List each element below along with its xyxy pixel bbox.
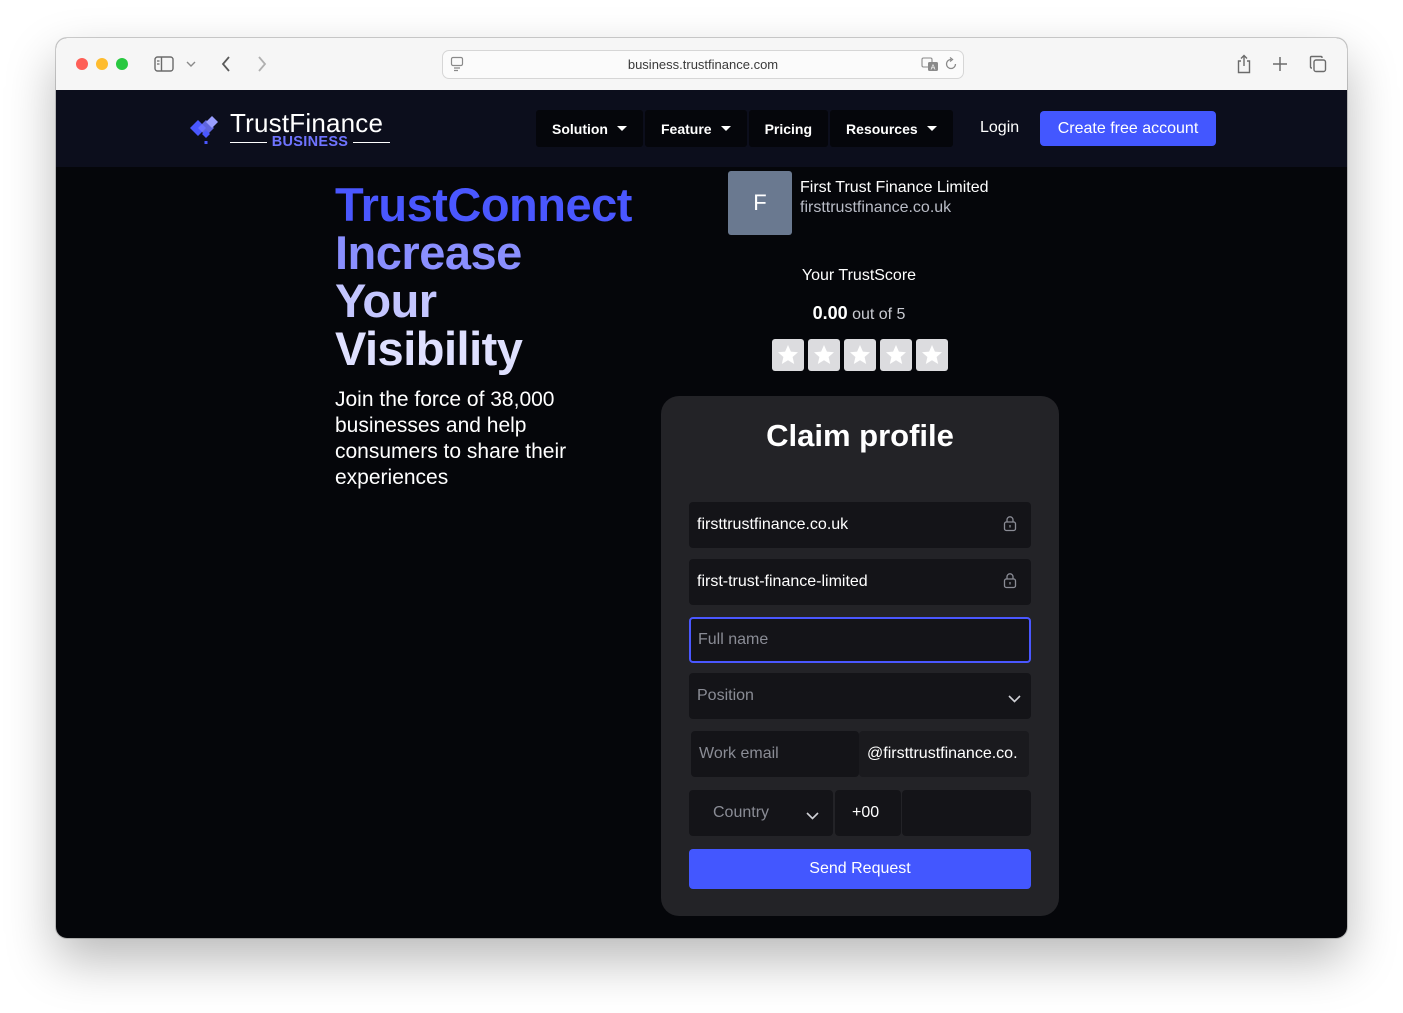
sidebar-icon[interactable]: [152, 52, 176, 76]
back-icon[interactable]: [216, 52, 236, 76]
trustscore-label: Your TrustScore: [801, 267, 917, 284]
forward-icon[interactable]: [252, 52, 272, 76]
hero-title-line-1: TrustConnect: [335, 178, 632, 231]
send-request-button[interactable]: Send Request: [689, 849, 1031, 889]
tab-overview-icon[interactable]: [1308, 52, 1328, 76]
reload-icon[interactable]: [944, 56, 958, 77]
dial-code: +00: [835, 790, 901, 836]
chevron-down-icon: [806, 807, 819, 825]
minimize-window-button[interactable]: [96, 58, 108, 70]
logo-subtitle: BUSINESS: [230, 134, 390, 150]
position-placeholder: Position: [697, 687, 754, 704]
menu-resources[interactable]: Resources: [830, 110, 953, 147]
caret-down-icon: [926, 126, 937, 131]
star-icon: [772, 339, 804, 371]
login-link[interactable]: Login: [980, 119, 1019, 137]
domain-field-value: firsttrustfinance.co.uk: [697, 516, 849, 533]
domain-field: firsttrustfinance.co.uk: [689, 502, 1031, 548]
hero-title-line-4: Visibility: [335, 322, 523, 375]
country-select[interactable]: Country: [689, 790, 833, 836]
close-window-button[interactable]: [76, 58, 88, 70]
company-name: First Trust Finance Limited: [800, 179, 989, 196]
hero-title-line-3: Your: [335, 274, 437, 327]
star-icon: [880, 339, 912, 371]
menu-resources-label: Resources: [846, 120, 918, 137]
browser-toolbar: business.trustfinance.com A: [56, 38, 1347, 91]
create-account-button[interactable]: Create free account: [1040, 111, 1216, 146]
chevron-down-icon: [1008, 690, 1021, 708]
address-bar[interactable]: business.trustfinance.com A: [442, 50, 964, 79]
claim-profile-title: Claim profile: [766, 418, 954, 453]
share-icon[interactable]: [1234, 52, 1254, 76]
phone-input[interactable]: [902, 790, 1031, 836]
lock-icon: [1003, 572, 1017, 594]
menu-pricing[interactable]: Pricing: [748, 110, 829, 147]
menu-feature[interactable]: Feature: [645, 110, 747, 147]
logo-subtitle-text: BUSINESS: [271, 134, 349, 150]
lock-icon: [1003, 515, 1017, 537]
dial-code-text: +00: [852, 804, 880, 821]
star-rating: [772, 339, 948, 371]
trustscore-number: 0.00: [812, 303, 848, 323]
company-domain: firsttrustfinance.co.uk: [800, 199, 952, 216]
chevron-down-icon[interactable]: [184, 52, 198, 76]
slug-field: first-trust-finance-limited: [689, 559, 1031, 605]
hero-title: TrustConnect Increase Your Visibility: [335, 181, 632, 373]
zoom-window-button[interactable]: [116, 58, 128, 70]
menu-feature-label: Feature: [661, 120, 712, 137]
work-email-placeholder: Work email: [699, 745, 779, 762]
caret-down-icon: [720, 126, 731, 131]
trustscore-suffix: out of 5: [852, 306, 906, 323]
position-select[interactable]: Position: [689, 673, 1031, 719]
menu-solution-label: Solution: [552, 120, 608, 137]
email-suffix-text: @firsttrustfinance.co.: [867, 745, 1018, 762]
slug-field-value: first-trust-finance-limited: [697, 573, 868, 590]
browser-window: business.trustfinance.com A TrustFinance…: [56, 38, 1347, 938]
new-tab-icon[interactable]: [1270, 52, 1290, 76]
hero-title-line-2: Increase: [335, 226, 522, 279]
work-email-input[interactable]: Work email: [691, 731, 859, 777]
main-menu: Solution Feature Pricing Resources: [536, 110, 955, 147]
site-navbar: TrustFinance BUSINESS Solution Feature P…: [56, 90, 1347, 167]
country-placeholder: Country: [713, 804, 770, 821]
full-name-input[interactable]: Full name: [689, 617, 1031, 663]
star-icon: [808, 339, 840, 371]
translate-icon[interactable]: A: [921, 56, 939, 77]
menu-pricing-label: Pricing: [764, 120, 813, 137]
menu-solution[interactable]: Solution: [536, 110, 643, 147]
email-domain-suffix: @firsttrustfinance.co.: [859, 731, 1029, 777]
claim-profile-card: Claim profile firsttrustfinance.co.uk fi…: [661, 396, 1059, 916]
company-avatar: F: [728, 171, 792, 235]
caret-down-icon: [617, 126, 627, 131]
trustscore-value: 0.00 out of 5: [659, 303, 1059, 324]
svg-text:A: A: [931, 64, 936, 72]
star-icon: [916, 339, 948, 371]
url-text: business.trustfinance.com: [627, 57, 779, 72]
full-name-placeholder: Full name: [698, 631, 769, 648]
star-icon: [844, 339, 876, 371]
logo-mark-icon: [190, 116, 218, 144]
hero-subtitle: Join the force of 38,000 businesses and …: [335, 388, 567, 489]
